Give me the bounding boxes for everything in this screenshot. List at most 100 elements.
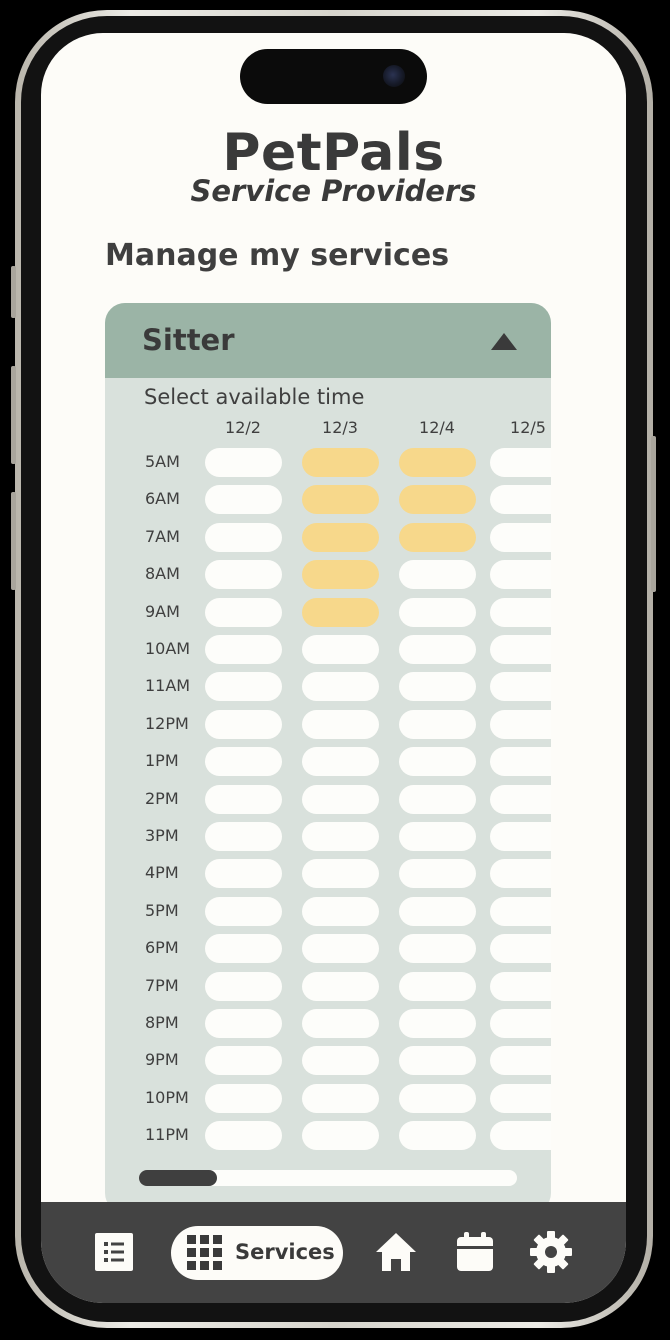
time-slot[interactable] [205, 1046, 282, 1076]
time-slot[interactable] [302, 859, 379, 889]
time-slot[interactable] [302, 822, 379, 851]
time-slot[interactable] [302, 1083, 379, 1113]
time-slot[interactable] [490, 522, 551, 552]
time-slot[interactable] [302, 1121, 379, 1151]
time-label: 7AM [145, 526, 180, 546]
time-slot[interactable] [302, 448, 379, 477]
side-button [11, 266, 16, 318]
time-slot[interactable] [205, 448, 282, 477]
time-slot[interactable] [399, 448, 476, 477]
time-label: 8AM [145, 564, 180, 584]
time-slot[interactable] [399, 971, 476, 1001]
time-slot[interactable] [490, 485, 551, 515]
time-slot[interactable] [302, 672, 379, 702]
time-slot[interactable] [205, 522, 282, 552]
time-slot[interactable] [490, 1009, 551, 1038]
time-slot[interactable] [490, 896, 551, 926]
time-slot[interactable] [302, 747, 379, 777]
time-slot[interactable] [399, 597, 476, 627]
time-slot[interactable] [399, 672, 476, 702]
time-label: 2PM [145, 788, 179, 808]
date-header: 12/5 [510, 418, 546, 437]
time-slot[interactable] [302, 522, 379, 552]
time-slot[interactable] [205, 784, 282, 814]
time-slot[interactable] [399, 822, 476, 851]
time-slot[interactable] [399, 896, 476, 926]
time-slot[interactable] [205, 1009, 282, 1038]
time-label: 5PM [145, 900, 179, 920]
time-slot[interactable] [490, 747, 551, 777]
time-slot[interactable] [205, 971, 282, 1001]
time-slot[interactable] [399, 635, 476, 664]
time-slot[interactable] [490, 448, 551, 477]
time-slot[interactable] [399, 859, 476, 889]
time-slot[interactable] [302, 709, 379, 739]
time-slot[interactable] [302, 597, 379, 627]
time-slot[interactable] [205, 560, 282, 590]
time-slot[interactable] [302, 896, 379, 926]
time-slot[interactable] [205, 896, 282, 926]
app-subtitle: Service Providers [190, 174, 477, 208]
time-slot[interactable] [490, 1083, 551, 1113]
time-slot[interactable] [302, 784, 379, 814]
service-title: Sitter [142, 323, 235, 357]
time-slot[interactable] [490, 1121, 551, 1151]
time-slot[interactable] [399, 522, 476, 552]
time-slot[interactable] [205, 859, 282, 889]
nav-services-button[interactable]: Services [171, 1226, 343, 1280]
time-slot[interactable] [205, 597, 282, 627]
time-slot[interactable] [490, 1046, 551, 1076]
time-slot[interactable] [302, 1009, 379, 1038]
time-slot[interactable] [490, 635, 551, 664]
time-slot[interactable] [490, 784, 551, 814]
calendar-icon[interactable] [453, 1230, 497, 1274]
date-header: 12/2 [225, 418, 261, 437]
time-slot[interactable] [205, 747, 282, 777]
time-slot[interactable] [205, 635, 282, 664]
time-slot[interactable] [302, 560, 379, 590]
time-slot[interactable] [205, 1083, 282, 1113]
time-slot[interactable] [490, 597, 551, 627]
time-slot[interactable] [490, 859, 551, 889]
service-card-header[interactable]: Sitter [105, 303, 551, 378]
time-slot[interactable] [490, 560, 551, 590]
time-slot[interactable] [490, 971, 551, 1001]
time-slot[interactable] [399, 1121, 476, 1151]
time-slot[interactable] [399, 934, 476, 964]
time-slot[interactable] [399, 709, 476, 739]
home-icon[interactable] [374, 1230, 418, 1274]
time-slot[interactable] [205, 822, 282, 851]
time-slot[interactable] [399, 784, 476, 814]
time-slot[interactable] [302, 1046, 379, 1076]
time-slot[interactable] [302, 635, 379, 664]
time-slot[interactable] [490, 709, 551, 739]
scrollbar-thumb[interactable] [139, 1170, 217, 1186]
time-slot[interactable] [399, 560, 476, 590]
availability-prompt: Select available time [144, 385, 365, 409]
gear-icon[interactable] [529, 1230, 573, 1274]
time-slot[interactable] [205, 709, 282, 739]
time-slot[interactable] [205, 485, 282, 515]
time-slot[interactable] [490, 822, 551, 851]
time-slot[interactable] [205, 1121, 282, 1151]
collapse-caret-icon[interactable] [491, 333, 517, 350]
time-slot[interactable] [399, 485, 476, 515]
time-label: 9PM [145, 1050, 179, 1070]
time-slot[interactable] [399, 1046, 476, 1076]
list-icon[interactable] [92, 1230, 136, 1274]
time-slot[interactable] [302, 934, 379, 964]
time-slot[interactable] [490, 934, 551, 964]
time-slot[interactable] [302, 485, 379, 515]
camera-icon [383, 65, 405, 87]
time-slot[interactable] [490, 672, 551, 702]
time-slot[interactable] [302, 971, 379, 1001]
time-slot[interactable] [399, 1083, 476, 1113]
time-slot[interactable] [205, 672, 282, 702]
time-slot[interactable] [205, 934, 282, 964]
page-title: Manage my services [105, 238, 450, 273]
time-slot[interactable] [399, 1009, 476, 1038]
time-slot[interactable] [399, 747, 476, 777]
time-label: 10PM [145, 1087, 189, 1107]
horizontal-scrollbar[interactable] [139, 1170, 517, 1186]
time-label: 8PM [145, 1013, 179, 1032]
